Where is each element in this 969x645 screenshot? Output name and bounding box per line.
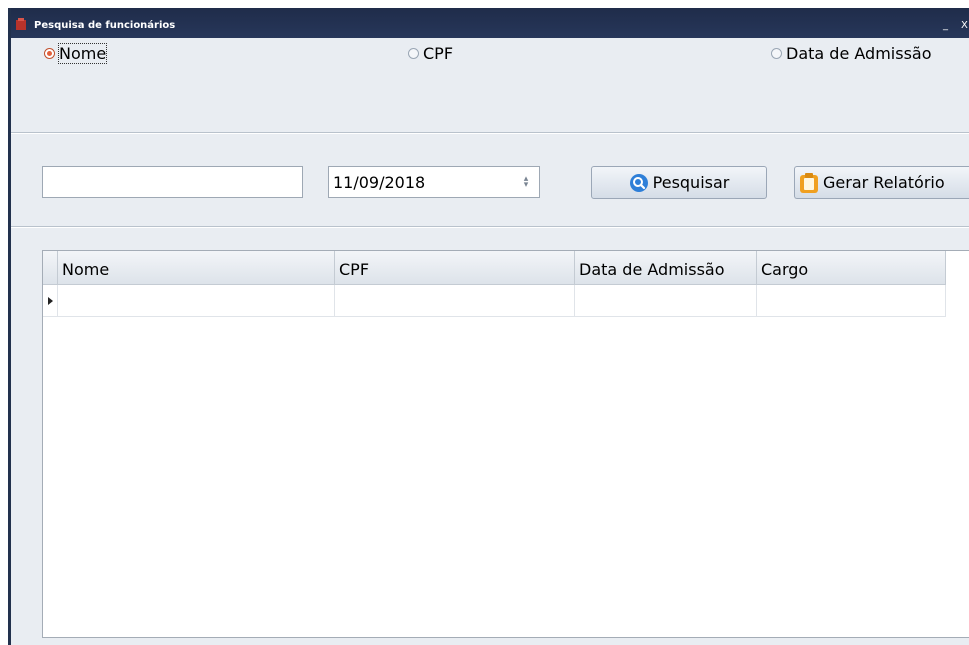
date-picker[interactable]: 11/09/2018 ▴ ▾ xyxy=(328,166,540,198)
search-button[interactable]: Pesquisar xyxy=(591,166,767,199)
column-header-cpf[interactable]: CPF xyxy=(335,251,575,285)
radio-selected-icon[interactable] xyxy=(44,47,55,59)
window-border xyxy=(8,8,11,645)
title-bar[interactable]: Pesquisa de funcionários _ X xyxy=(8,8,969,38)
report-button-label: Gerar Relatório xyxy=(823,173,945,192)
radio-unselected-icon[interactable] xyxy=(771,47,782,59)
separator xyxy=(11,226,969,228)
column-header-data-admissao[interactable]: Data de Admissão xyxy=(575,251,757,285)
grid-header: Nome CPF Data de Admissão Cargo xyxy=(43,251,946,285)
window-title: Pesquisa de funcionários xyxy=(34,20,176,31)
radio-nome[interactable]: Nome xyxy=(44,42,108,64)
minimize-button[interactable]: _ xyxy=(943,20,948,31)
cell-nome[interactable] xyxy=(58,285,335,317)
grid-corner xyxy=(43,251,58,285)
separator xyxy=(11,132,969,134)
row-indicator-icon[interactable] xyxy=(43,285,58,317)
radio-unselected-icon[interactable] xyxy=(408,47,419,59)
table-row[interactable] xyxy=(43,285,946,317)
cell-cargo[interactable] xyxy=(757,285,946,317)
radio-data-admissao-label[interactable]: Data de Admissão xyxy=(786,44,932,63)
radio-data-admissao[interactable]: Data de Admissão xyxy=(771,44,932,63)
search-text-input[interactable] xyxy=(42,166,303,198)
cell-data-admissao[interactable] xyxy=(575,285,757,317)
generate-report-button[interactable]: Gerar Relatório xyxy=(794,166,969,199)
results-grid[interactable]: Nome CPF Data de Admissão Cargo xyxy=(42,250,969,638)
spinner-icon[interactable]: ▴ ▾ xyxy=(523,175,529,190)
radio-cpf-label[interactable]: CPF xyxy=(423,44,453,63)
close-button[interactable]: X xyxy=(961,20,968,31)
radio-cpf[interactable]: CPF xyxy=(408,44,453,63)
app-icon xyxy=(16,18,26,30)
date-value[interactable]: 11/09/2018 xyxy=(333,173,425,192)
column-header-nome[interactable]: Nome xyxy=(58,251,335,285)
search-button-label: Pesquisar xyxy=(652,173,730,192)
column-header-cargo[interactable]: Cargo xyxy=(757,251,946,285)
magnifier-icon xyxy=(629,173,648,192)
radio-nome-label[interactable]: Nome xyxy=(57,42,108,64)
clipboard-icon xyxy=(800,172,818,193)
cell-cpf[interactable] xyxy=(335,285,575,317)
